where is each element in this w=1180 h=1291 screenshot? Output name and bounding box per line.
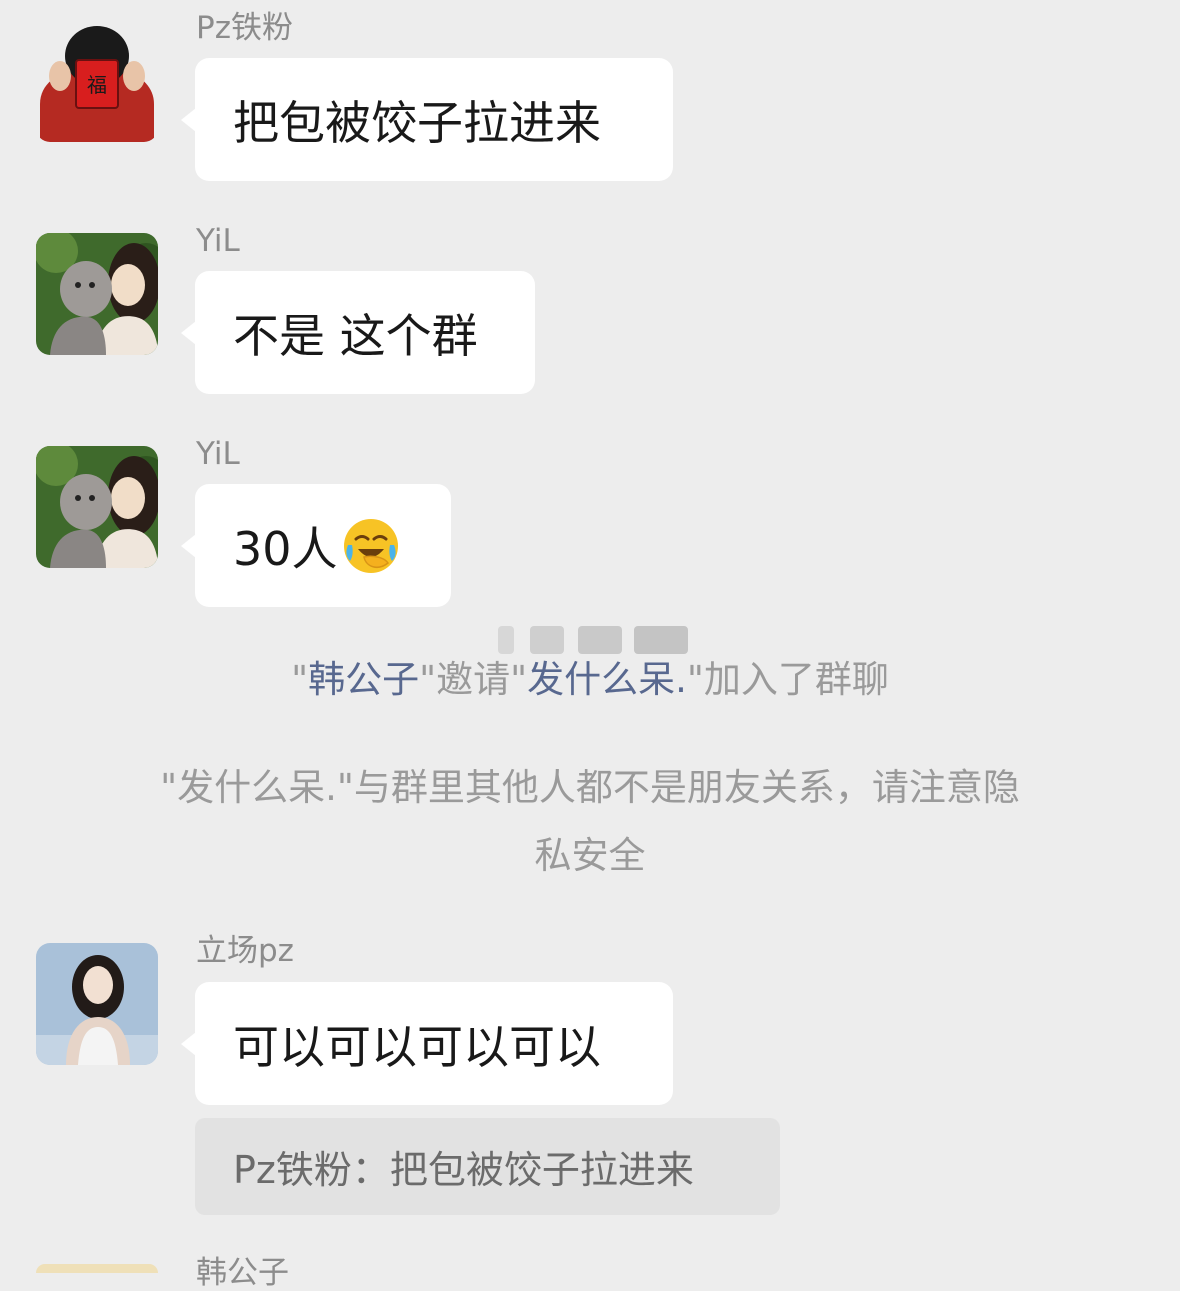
message-text: 把包被饺子拉进来: [233, 95, 601, 150]
avatar[interactable]: [36, 1264, 158, 1273]
sender-name: 立场pz: [196, 933, 294, 969]
avatar[interactable]: [36, 446, 158, 568]
svg-text:福: 福: [87, 73, 107, 97]
joined-text: "加入了群聊: [686, 658, 889, 701]
avatar-photo: [36, 943, 158, 1065]
sender-name: Pz铁粉: [196, 10, 293, 46]
message-bubble[interactable]: 把包被饺子拉进来: [181, 58, 673, 181]
invite-text: "邀请": [419, 658, 528, 701]
system-invite-notice: "韩公子"邀请"发什么呆."加入了群聊: [0, 648, 1180, 712]
quoted-message-text: Pz铁粉：把包被饺子拉进来: [233, 1148, 694, 1192]
sender-name: 韩公子: [196, 1255, 289, 1291]
avatar-photo: [36, 233, 158, 355]
privacy-notice-line-2: 私安全: [534, 834, 646, 877]
message-bubble[interactable]: 不是 这个群: [181, 271, 535, 394]
message-text: 可以可以可以可以: [233, 1019, 601, 1074]
sender-name: YiL: [196, 223, 240, 259]
avatar-illustration: 福: [40, 26, 154, 142]
quoted-message[interactable]: Pz铁粉：把包被饺子拉进来: [195, 1118, 780, 1215]
invitee-name-link[interactable]: 发什么呆.: [527, 658, 687, 701]
message-text: 30人: [233, 521, 338, 576]
avatar-photo: [36, 446, 158, 568]
avatar[interactable]: 福: [36, 20, 158, 142]
avatar[interactable]: [36, 233, 158, 355]
privacy-notice-line-1: "发什么呆."与群里其他人都不是朋友关系，请注意隐: [160, 766, 1020, 809]
avatar[interactable]: [36, 943, 158, 1065]
message-bubble[interactable]: 可以可以可以可以: [181, 982, 673, 1105]
face-with-tears-of-joy-icon: [342, 517, 400, 575]
message-text: 不是 这个群: [233, 308, 478, 363]
sender-name: YiL: [196, 436, 240, 472]
quote-mark: ": [291, 658, 309, 701]
inviter-name-link[interactable]: 韩公子: [308, 658, 419, 701]
message-bubble[interactable]: 30人: [181, 484, 451, 607]
